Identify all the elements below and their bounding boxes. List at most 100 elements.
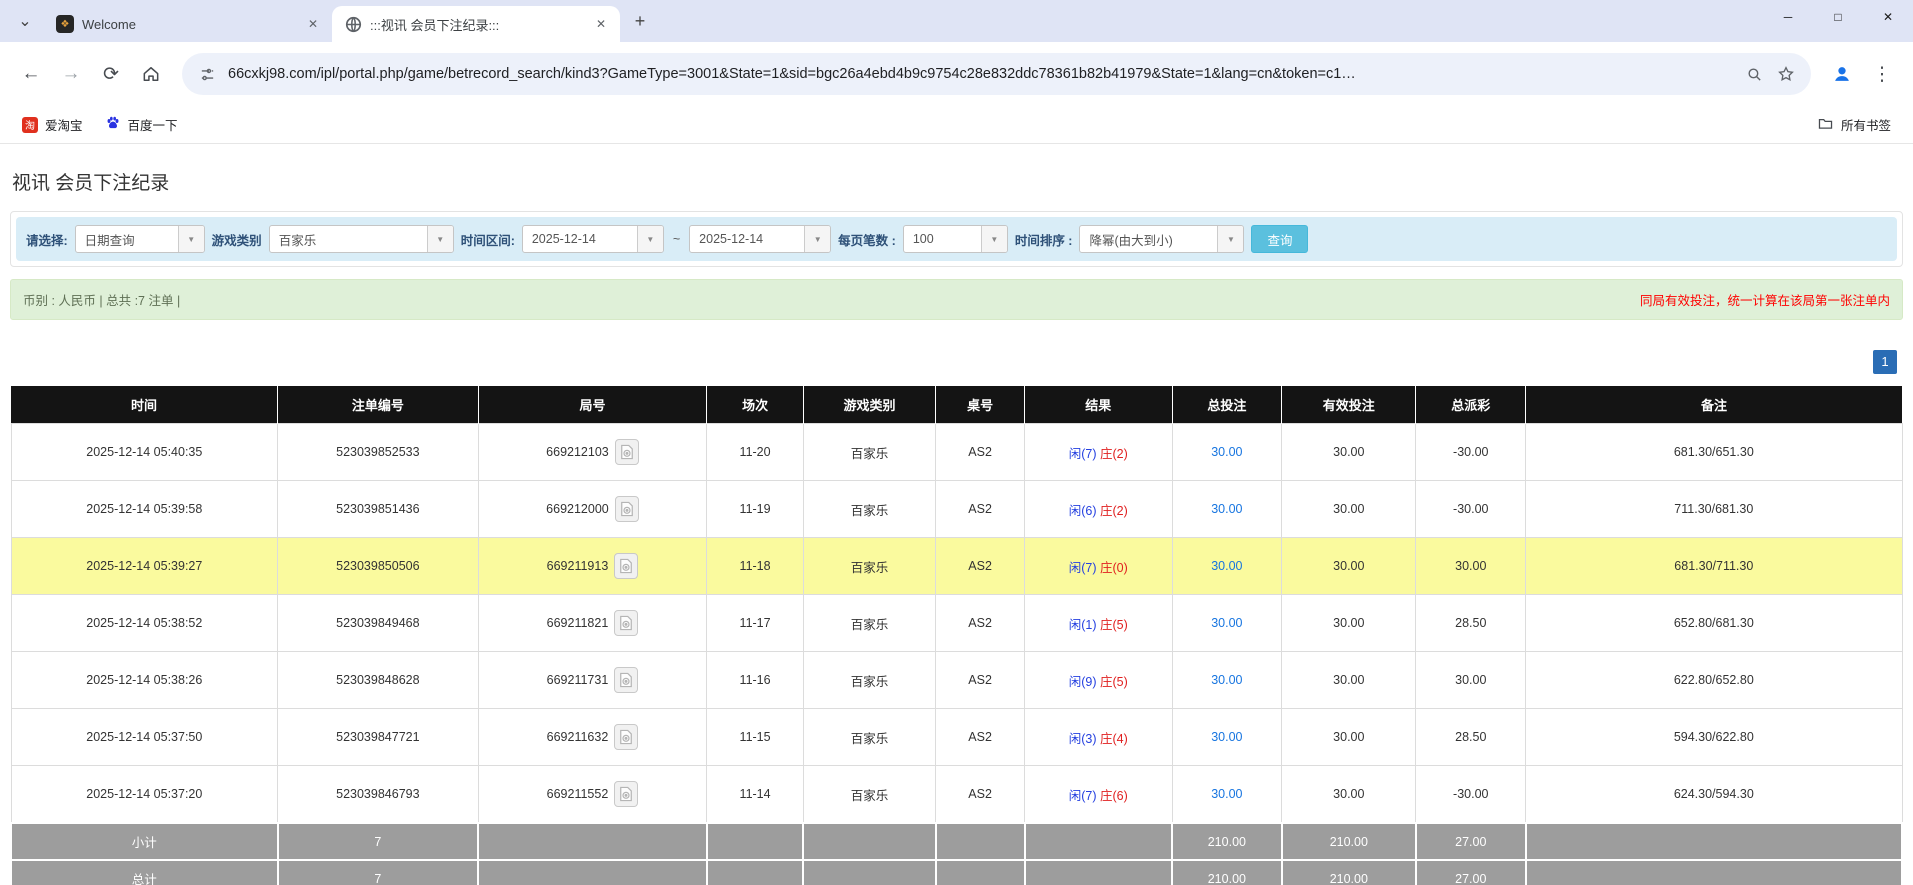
cell-time: 2025-12-14 05:38:26: [10, 651, 279, 709]
header-table-no: 桌号: [935, 386, 1026, 424]
cell-session: 11-14: [706, 765, 804, 824]
cell-payout: -30.00: [1415, 423, 1527, 481]
new-tab-button[interactable]: +: [626, 7, 654, 35]
cell-total-bet[interactable]: 30.00: [1171, 480, 1283, 538]
info-bar: 币别 : 人民币 | 总共 :7 注单 | 同局有效投注，统一计算在该局第一张注…: [10, 279, 1903, 320]
cell-payout: 28.50: [1415, 708, 1527, 766]
result-banker: 庄(2): [1100, 503, 1128, 518]
maximize-button[interactable]: □: [1813, 0, 1863, 34]
forward-button[interactable]: →: [54, 57, 88, 91]
video-replay-icon[interactable]: [614, 781, 639, 807]
round-number: 669211632: [546, 730, 609, 744]
video-replay-icon[interactable]: [614, 667, 639, 693]
folder-icon: [1817, 115, 1834, 135]
back-button[interactable]: ←: [14, 57, 48, 91]
browser-toolbar: ← → ⟳ 66cxkj98.com/ipl/portal.php/game/b…: [0, 42, 1913, 106]
tab-close-icon[interactable]: ✕: [592, 15, 610, 33]
refresh-button[interactable]: ⟳: [94, 57, 128, 91]
result-banker: 庄(5): [1100, 617, 1128, 632]
profile-avatar[interactable]: [1825, 57, 1859, 91]
cell-total-bet[interactable]: 30.00: [1171, 651, 1283, 709]
globe-favicon-icon: [344, 15, 362, 33]
cell-total-bet[interactable]: 30.00: [1171, 708, 1283, 766]
cell-table-no: AS2: [935, 537, 1026, 595]
page-title: 视讯 会员下注纪录: [12, 173, 170, 194]
total-payout: 27.00: [1414, 859, 1527, 885]
window-controls: ─ □ ✕: [1763, 0, 1913, 34]
sort-select[interactable]: 降幂(由大到小) ▼: [1079, 225, 1245, 253]
cell-remark: 681.30/651.30: [1525, 423, 1903, 481]
query-type-select[interactable]: 日期查询 ▼: [74, 225, 205, 253]
subtotal-total-bet: 210.00: [1171, 822, 1283, 861]
cell-total-bet[interactable]: 30.00: [1171, 423, 1283, 481]
cell-session: 11-19: [706, 480, 804, 538]
subtotal-label: 小计: [10, 822, 279, 861]
url-text[interactable]: 66cxkj98.com/ipl/portal.php/game/betreco…: [228, 66, 1733, 82]
address-bar[interactable]: 66cxkj98.com/ipl/portal.php/game/betreco…: [182, 53, 1811, 95]
cell-session: 11-20: [706, 423, 804, 481]
result-banker: 庄(0): [1100, 560, 1128, 575]
bookmark-taobao[interactable]: 淘 爱淘宝: [14, 111, 91, 138]
cell-total-bet[interactable]: 30.00: [1171, 765, 1283, 824]
baidu-paw-icon: [105, 115, 121, 134]
cell-time: 2025-12-14 05:39:58: [10, 480, 279, 538]
tab-search-button[interactable]: ⌄: [10, 6, 40, 36]
search-button[interactable]: 查询: [1251, 225, 1309, 253]
plus-icon: +: [634, 10, 646, 31]
cell-game-type: 百家乐: [802, 651, 937, 709]
zoom-icon[interactable]: [1743, 63, 1765, 85]
game-type-select[interactable]: 百家乐 ▼: [268, 225, 454, 253]
cell-table-no: AS2: [935, 765, 1026, 824]
page-size-select[interactable]: 100 ▼: [902, 225, 1008, 253]
tab-betrecord[interactable]: :::视讯 会员下注纪录::: ✕: [332, 6, 620, 42]
video-replay-icon[interactable]: [614, 553, 639, 579]
result-banker: 庄(4): [1100, 731, 1128, 746]
subtotal-row: 小计 7 210.00 210.00 27.00: [10, 822, 1904, 861]
cell-remark: 594.30/622.80: [1525, 708, 1903, 766]
bookmark-label: 百度一下: [127, 119, 178, 133]
cell-remark: 622.80/652.80: [1525, 651, 1903, 709]
result-player: 闲(3): [1068, 731, 1097, 746]
cell-time: 2025-12-14 05:37:20: [10, 765, 279, 824]
subtotal-valid-bet: 210.00: [1280, 822, 1417, 861]
tab-close-icon[interactable]: ✕: [304, 15, 322, 33]
page-number-button[interactable]: 1: [1873, 350, 1897, 374]
video-replay-icon[interactable]: [614, 439, 639, 465]
date-to-select[interactable]: 2025-12-14 ▼: [689, 225, 832, 253]
bookmark-star-icon[interactable]: [1775, 63, 1797, 85]
video-replay-icon[interactable]: [614, 496, 639, 522]
tab-welcome[interactable]: ❖ Welcome ✕: [44, 6, 332, 42]
all-bookmarks-button[interactable]: 所有书签: [1809, 111, 1899, 139]
minimize-button[interactable]: ─: [1763, 0, 1813, 34]
cell-bet-id: 523039847721: [277, 708, 479, 766]
home-button[interactable]: [134, 57, 168, 91]
cell-session: 11-18: [706, 537, 804, 595]
cell-table-no: AS2: [935, 423, 1026, 481]
total-valid-bet: 210.00: [1280, 859, 1417, 885]
total-label: 总计: [10, 859, 279, 885]
tune-icon[interactable]: [196, 63, 218, 85]
menu-icon[interactable]: ⋮: [1865, 57, 1899, 91]
total-total-bet: 210.00: [1171, 859, 1283, 885]
result-player: 闲(7): [1068, 446, 1097, 461]
cell-session: 11-17: [706, 594, 804, 652]
result-banker: 庄(2): [1100, 446, 1128, 461]
pagination-top: 1: [10, 350, 1903, 374]
total-count: 7: [276, 859, 480, 885]
video-replay-icon[interactable]: [614, 724, 639, 750]
cell-remark: 711.30/681.30: [1525, 480, 1903, 538]
filter-bar: 请选择: 日期查询 ▼ 游戏类别 百家乐 ▼ 时间区间: 2025-12-14 …: [16, 217, 1897, 261]
result-player: 闲(6): [1068, 503, 1097, 518]
close-window-button[interactable]: ✕: [1863, 0, 1913, 34]
date-from-select[interactable]: 2025-12-14 ▼: [521, 225, 664, 253]
tab-strip: ⌄ ❖ Welcome ✕ :::视讯 会员下注纪录::: ✕ + ─ □ ✕: [0, 0, 1913, 42]
cell-total-bet[interactable]: 30.00: [1171, 537, 1283, 595]
cell-total-bet[interactable]: 30.00: [1171, 594, 1283, 652]
header-result: 结果: [1024, 386, 1173, 424]
cell-payout: 30.00: [1415, 537, 1527, 595]
bookmark-baidu[interactable]: 百度一下: [97, 111, 186, 138]
cell-time: 2025-12-14 05:38:52: [10, 594, 279, 652]
cell-result: 闲(7) 庄(0): [1024, 537, 1173, 595]
video-replay-icon[interactable]: [614, 610, 639, 636]
cell-result: 闲(7) 庄(6): [1024, 765, 1173, 824]
